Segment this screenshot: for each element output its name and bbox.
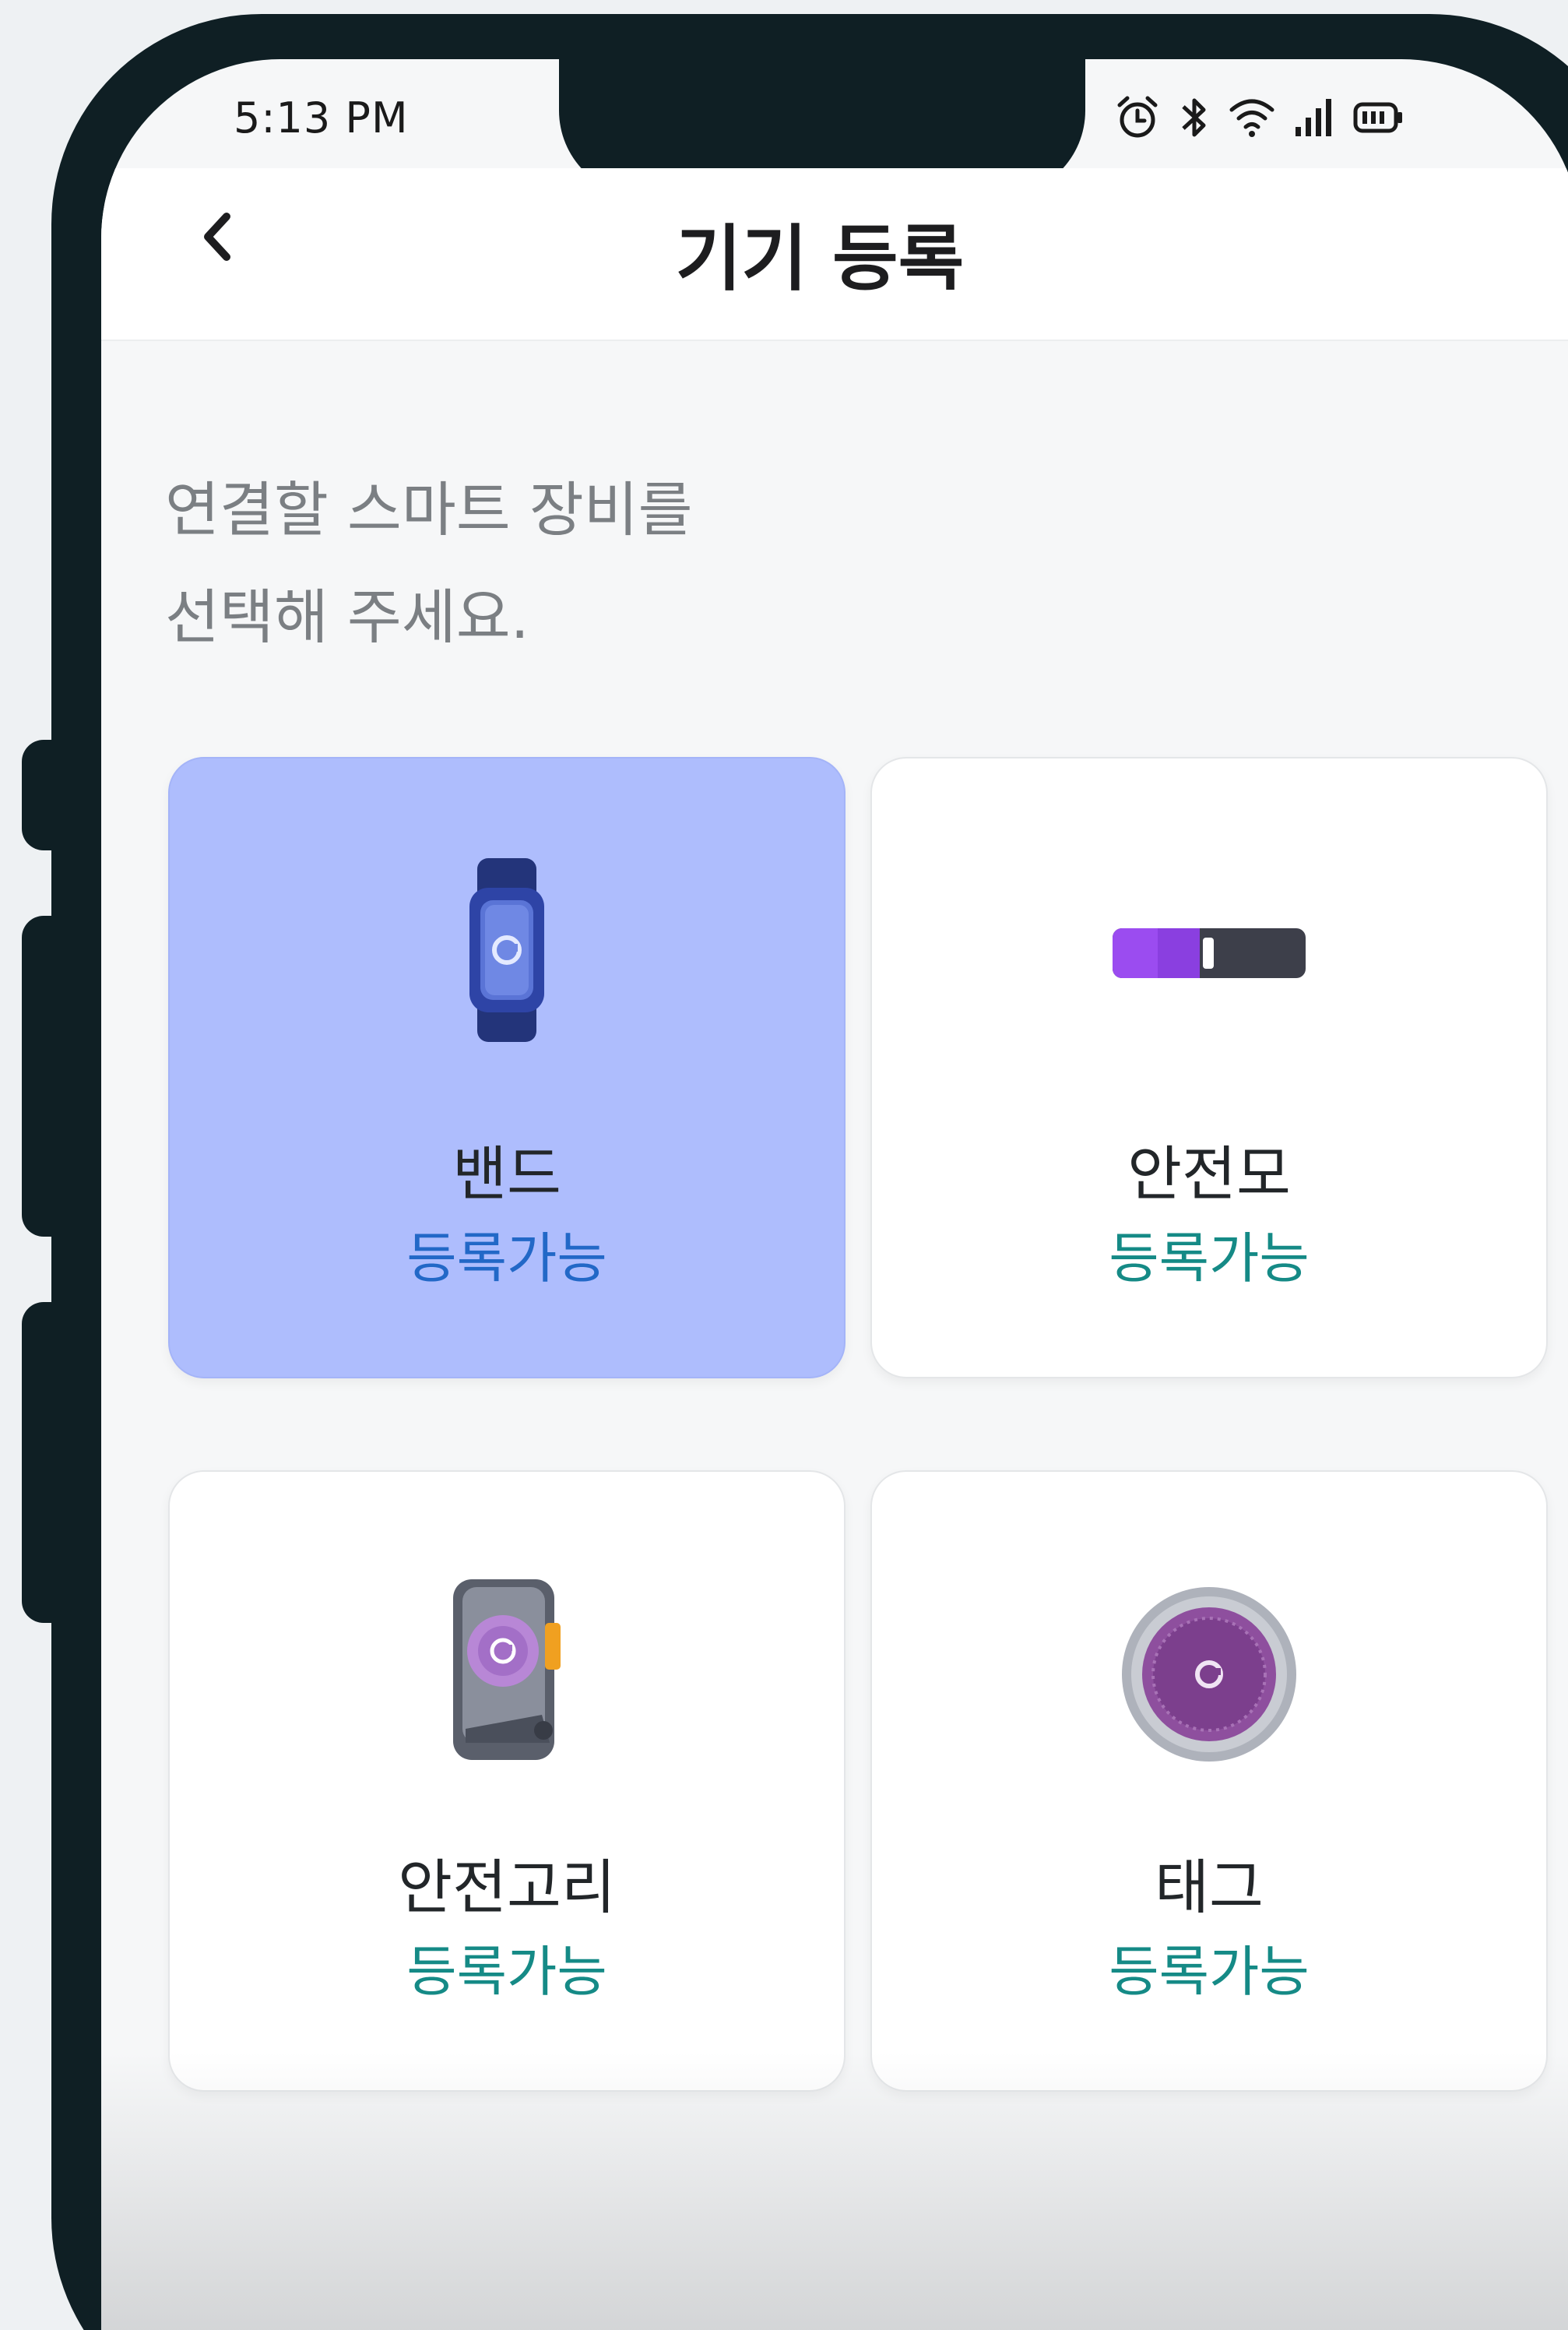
app-header: 기기 등록 xyxy=(101,168,1568,341)
device-card-tag[interactable]: 태그 등록가능 xyxy=(870,1470,1548,2092)
device-card-band[interactable]: 밴드 등록가능 xyxy=(168,757,846,1378)
status-time: 5:13 PM xyxy=(234,93,409,143)
band-icon xyxy=(170,857,844,1044)
status-icons xyxy=(1115,92,1405,143)
helmet-sensor-icon xyxy=(872,927,1546,981)
device-name: 태그 xyxy=(1155,1853,1264,1922)
wifi-icon xyxy=(1229,99,1274,137)
device-name: 안전고리 xyxy=(398,1853,616,1922)
device-status: 등록가능 xyxy=(406,1940,607,2004)
prompt-line-1: 연결할 스마트 장비를 xyxy=(165,475,693,544)
device-mockup: 5:13 PM 기기 등록 연결할 스마트 장비를 선택해 주세요. 밴드 등록… xyxy=(0,0,1568,2330)
device-name: 밴드 xyxy=(452,1139,561,1209)
device-status: 등록가능 xyxy=(1109,1940,1310,2004)
page-title: 기기 등록 xyxy=(675,217,965,301)
selection-prompt: 연결할 스마트 장비를 선택해 주세요. xyxy=(165,456,1099,671)
app-screen: 5:13 PM 기기 등록 연결할 스마트 장비를 선택해 주세요. 밴드 등록… xyxy=(101,59,1568,2330)
prompt-line-2: 선택해 주세요. xyxy=(165,582,529,652)
bluetooth-icon xyxy=(1182,98,1206,137)
alarm-icon xyxy=(1117,96,1158,138)
device-status: 등록가능 xyxy=(1109,1227,1310,1290)
tag-icon xyxy=(872,1584,1546,1765)
safety-hook-icon xyxy=(170,1576,844,1763)
device-name: 안전모 xyxy=(1127,1139,1291,1209)
device-card-safety-hook[interactable]: 안전고리 등록가능 xyxy=(168,1470,846,2092)
battery-icon xyxy=(1353,102,1402,133)
device-card-helmet[interactable]: 안전모 등록가능 xyxy=(870,757,1548,1378)
device-status: 등록가능 xyxy=(406,1227,607,1290)
signal-icon xyxy=(1296,99,1331,136)
bottom-fade-overlay xyxy=(101,2053,1568,2330)
